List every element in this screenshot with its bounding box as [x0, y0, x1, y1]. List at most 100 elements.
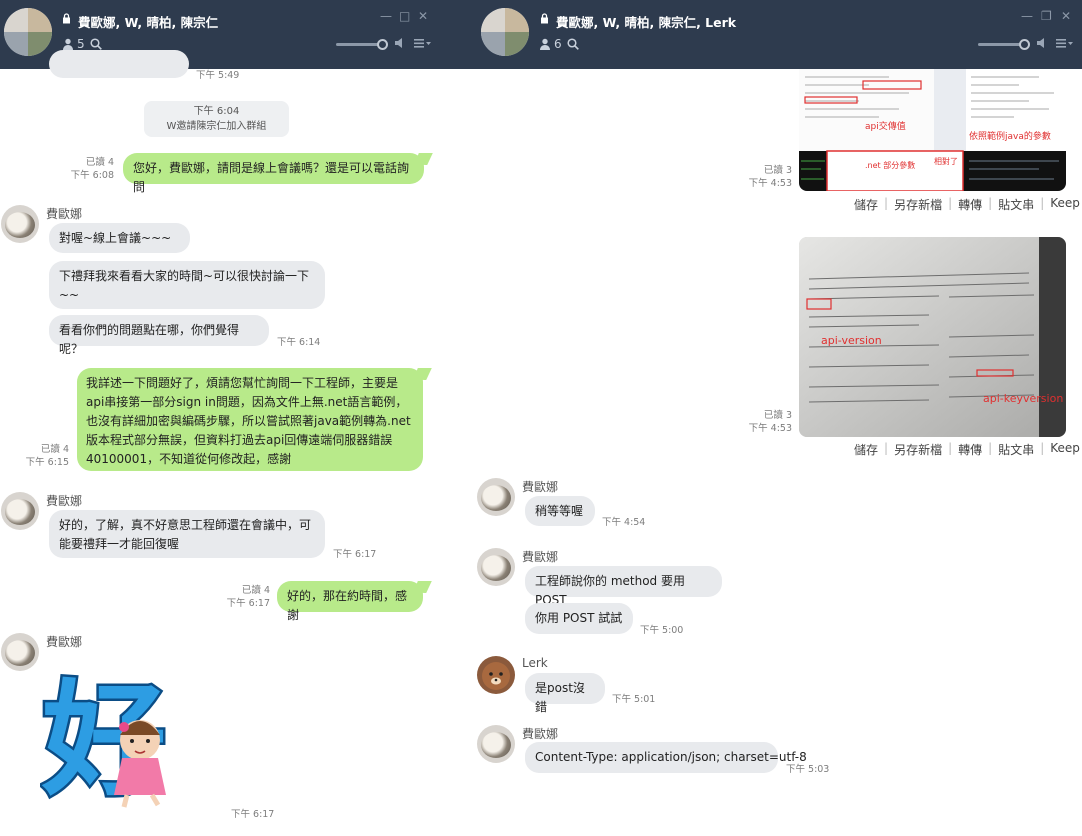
chat-header: 費歐娜, W, 晴柏, 陳宗仁, Lerk 6 — ❐ ✕	[476, 0, 1082, 69]
message-bubble-incoming[interactable]: 稍等等喔	[525, 496, 595, 526]
lock-icon	[541, 13, 548, 24]
photo-annotation: api-version	[821, 334, 882, 347]
search-icon[interactable]	[567, 38, 579, 50]
sender-avatar[interactable]	[1, 633, 39, 671]
post-button[interactable]: 貼文串	[998, 441, 1034, 458]
system-time: 下午 6:04	[193, 106, 240, 117]
message-time: 下午 6:08	[70, 170, 114, 181]
minimize-icon[interactable]: —	[1021, 9, 1033, 23]
document-photo: api-version api-keyversion	[799, 237, 1066, 437]
photo-annotation: api-keyversion	[983, 392, 1063, 405]
sender-name: 費歐娜	[522, 727, 559, 741]
volume-slider[interactable]	[978, 39, 1030, 50]
message-time: 下午 6:17	[226, 598, 270, 609]
chat-title[interactable]: 費歐娜, W, 晴柏, 陳宗仁	[78, 12, 218, 31]
save-as-button[interactable]: 另存新檔	[894, 196, 942, 213]
sender-name: Lerk	[522, 656, 548, 670]
code-annotation: 依照範例java的參數	[969, 130, 1051, 142]
keep-button[interactable]: Keep	[1050, 441, 1080, 458]
volume-slider-knob[interactable]	[1019, 39, 1030, 50]
message-time: 下午 6:17	[231, 809, 275, 820]
save-button[interactable]: 儲存	[854, 196, 878, 213]
read-count: 已讀 4	[40, 444, 69, 455]
keep-button[interactable]: Keep	[1050, 196, 1080, 213]
sender-avatar[interactable]	[477, 725, 515, 763]
read-receipt: 已讀 4 下午 6:15	[15, 443, 69, 469]
image-actions: 儲存 | 另存新檔 | 轉傳 | 貼文串 | Keep	[854, 196, 1080, 213]
search-icon[interactable]	[90, 38, 102, 50]
message-time: 下午 6:15	[25, 457, 69, 468]
message-time: 下午 5:49	[196, 70, 240, 81]
forward-button[interactable]: 轉傳	[958, 196, 982, 213]
message-time: 下午 4:53	[748, 178, 792, 189]
volume-icon[interactable]	[394, 37, 407, 49]
code-screenshot: api交傳值 依照範例java的參數 .net 部分參數 相對了	[799, 69, 1066, 191]
message-time: 下午 5:00	[640, 625, 684, 636]
code-annotation: api交傳值	[865, 120, 906, 132]
menu-icon[interactable]	[414, 37, 432, 49]
group-avatar[interactable]	[481, 8, 529, 56]
sender-name: 費歐娜	[46, 207, 83, 221]
message-bubble-incoming[interactable]: 你用 POST 試試	[525, 603, 633, 634]
sender-name: 費歐娜	[46, 494, 83, 508]
members-icon	[540, 38, 550, 50]
volume-slider[interactable]	[336, 39, 388, 50]
read-receipt: 已讀 3 下午 4:53	[738, 409, 792, 435]
message-bubble-incoming[interactable]: 好的，了解，真不好意思工程師還在會議中，可能要禮拜一才能回復喔	[49, 510, 325, 558]
message-bubble-incoming[interactable]: 是post沒錯	[525, 673, 605, 714]
volume-icon[interactable]	[1036, 37, 1049, 49]
volume-slider-knob[interactable]	[377, 39, 388, 50]
chat-title[interactable]: 費歐娜, W, 晴柏, 陳宗仁, Lerk	[556, 12, 736, 31]
sender-avatar[interactable]	[1, 205, 39, 243]
message-time: 下午 4:54	[602, 517, 646, 528]
menu-icon[interactable]	[1056, 37, 1074, 49]
message-bubble-outgoing[interactable]: 您好，費歐娜，請問是線上會議嗎？還是可以電話詢問	[123, 153, 424, 194]
forward-button[interactable]: 轉傳	[958, 441, 982, 458]
code-annotation: .net 部分參數	[865, 160, 915, 170]
sender-name: 費歐娜	[522, 480, 559, 494]
minimize-icon[interactable]: —	[380, 9, 392, 23]
sender-avatar[interactable]	[477, 656, 515, 694]
message-time: 下午 6:17	[333, 549, 377, 560]
close-icon[interactable]: ✕	[1061, 9, 1071, 23]
message-bubble-outgoing[interactable]: 我詳述一下問題好了，煩請您幫忙詢問一下工程師，主要是api串接第一部分sign …	[77, 368, 423, 471]
chat-window-right: 費歐娜, W, 晴柏, 陳宗仁, Lerk 6 — ❐ ✕ api交傳值 依照範…	[476, 0, 1082, 836]
maximize-icon[interactable]: □	[399, 9, 410, 23]
member-count-value: 5	[77, 37, 85, 51]
save-button[interactable]: 儲存	[854, 441, 878, 458]
message-bubble-partial[interactable]	[49, 50, 189, 78]
member-count[interactable]: 5	[62, 37, 85, 51]
image-actions: 儲存 | 另存新檔 | 轉傳 | 貼文串 | Keep	[854, 441, 1080, 458]
sender-avatar[interactable]	[1, 492, 39, 530]
message-time: 下午 5:01	[612, 694, 656, 705]
lock-icon	[63, 13, 70, 24]
message-bubble-incoming[interactable]: Content-Type: application/json; charset=…	[525, 742, 807, 773]
bear-face	[482, 662, 510, 690]
message-time: 下午 5:03	[786, 764, 830, 775]
maximize-icon[interactable]: ❐	[1041, 9, 1052, 23]
sender-name: 費歐娜	[522, 550, 559, 564]
group-avatar[interactable]	[4, 8, 52, 56]
message-bubble-incoming[interactable]: 看看你們的問題點在哪，你們覺得呢？	[49, 315, 269, 356]
message-bubble-incoming[interactable]: 下禮拜我來看看大家的時間~可以很快討論一下~~	[49, 261, 325, 309]
sender-avatar[interactable]	[477, 548, 515, 586]
post-button[interactable]: 貼文串	[998, 196, 1034, 213]
message-bubble-outgoing[interactable]: 好的，那在約時間，感謝	[277, 581, 423, 622]
read-count: 已讀 4	[85, 157, 114, 168]
sender-avatar[interactable]	[477, 478, 515, 516]
message-bubble-incoming[interactable]: 對喔~線上會議~~~	[49, 223, 190, 253]
close-icon[interactable]: ✕	[418, 9, 428, 23]
member-count[interactable]: 6	[539, 37, 562, 51]
member-count-value: 6	[554, 37, 562, 51]
members-icon	[63, 38, 73, 50]
sticker-image[interactable]: 好	[40, 655, 225, 816]
save-as-button[interactable]: 另存新檔	[894, 441, 942, 458]
system-text: W邀請陳宗仁加入群組	[166, 121, 267, 132]
message-bubble-incoming[interactable]: 工程師說你的 method 要用 POST	[525, 566, 722, 607]
shared-image-code[interactable]: api交傳值 依照範例java的參數 .net 部分參數 相對了	[799, 69, 1066, 191]
shared-image-document[interactable]: api-version api-keyversion	[799, 237, 1066, 437]
sender-name: 費歐娜	[46, 635, 83, 649]
read-receipt: 已讀 3 下午 4:53	[738, 164, 792, 190]
system-message: 下午 6:04 W邀請陳宗仁加入群組	[144, 101, 289, 137]
code-annotation: 相對了	[934, 156, 958, 166]
